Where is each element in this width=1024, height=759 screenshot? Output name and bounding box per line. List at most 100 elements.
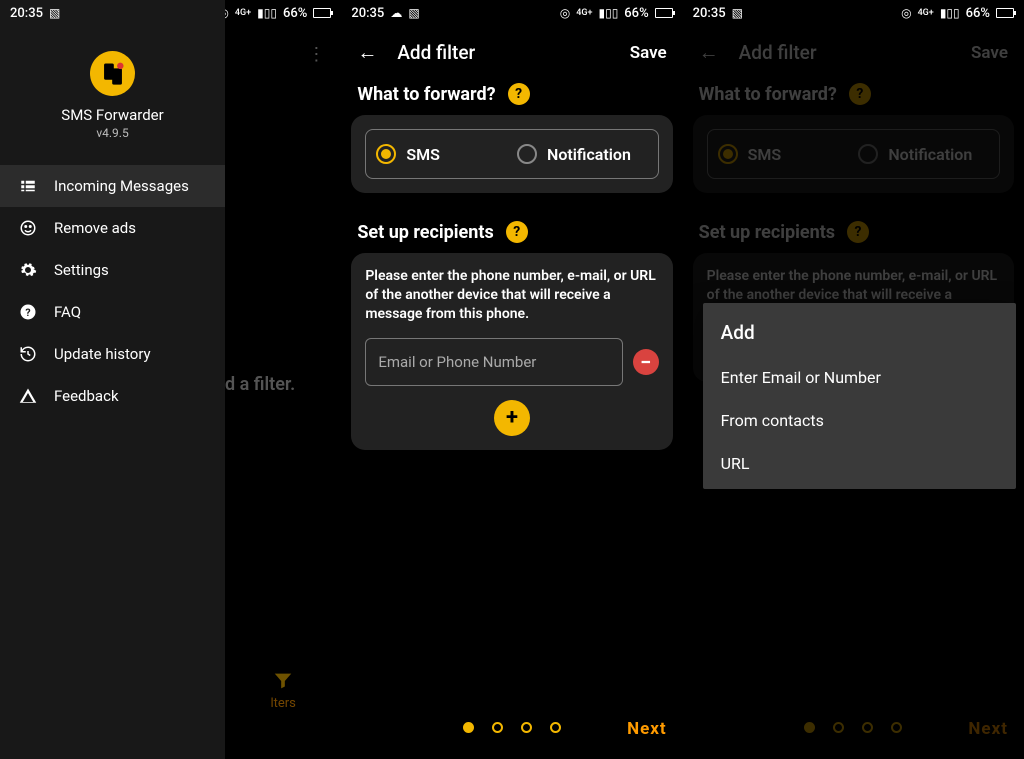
list-icon (18, 177, 38, 195)
popup-item-url[interactable]: URL (703, 442, 1016, 485)
pager-dot-1[interactable] (463, 722, 474, 733)
signal-icon: ▮▯▯ (257, 7, 277, 19)
signal-icon: ▮▯▯ (940, 7, 960, 19)
save-button[interactable]: Save (971, 43, 1008, 63)
radio-icon (376, 144, 396, 164)
battery-icon (996, 8, 1014, 18)
radio-label: Notification (547, 145, 631, 164)
recipients-heading: Set up recipients (699, 222, 835, 243)
forward-type-radio-group: SMS Notification (365, 129, 658, 179)
recipient-input-placeholder: Email or Phone Number (378, 353, 536, 371)
add-recipient-popup: Add Enter Email or Number From contacts … (703, 303, 1016, 489)
pager-dot-4[interactable] (550, 722, 561, 733)
save-button[interactable]: Save (630, 43, 667, 63)
smile-icon (18, 219, 38, 237)
recipients-heading: Set up recipients (357, 222, 493, 243)
drawer-item-remove-ads[interactable]: Remove ads (0, 207, 225, 249)
what-to-forward-heading: What to forward? (699, 84, 837, 105)
drawer-item-label: Incoming Messages (54, 177, 189, 195)
radio-option-notification[interactable]: Notification (507, 144, 648, 164)
drawer-item-label: Update history (54, 345, 151, 363)
hotspot-icon: ◎ (901, 7, 911, 19)
drawer-header: SMS Forwarder v4.9.5 (0, 26, 225, 155)
network-type-label: 4G+ (235, 9, 251, 18)
battery-percent: 66% (624, 6, 648, 21)
pager-dot-2[interactable] (833, 722, 844, 733)
status-time: 20:35 (10, 6, 43, 21)
remove-recipient-button[interactable]: − (633, 349, 659, 375)
pager-dot-4[interactable] (891, 722, 902, 733)
screen-title: Add filter (739, 41, 817, 64)
radio-option-sms[interactable]: SMS (718, 144, 849, 164)
popup-item-enter-email-or-number[interactable]: Enter Email or Number (703, 356, 1016, 399)
back-icon[interactable]: ← (699, 40, 719, 65)
drawer-item-update-history[interactable]: Update history (0, 333, 225, 375)
forward-type-card: SMS Notification (351, 115, 672, 193)
battery-percent: 66% (283, 6, 307, 21)
drawer-item-incoming-messages[interactable]: Incoming Messages (0, 165, 225, 207)
signal-icon: ▮▯▯ (598, 7, 618, 19)
status-bar: 20:35 ▧ ◎ 4G+ ▮▯▯ 66% (683, 0, 1024, 26)
help-icon[interactable]: ? (506, 221, 528, 243)
battery-icon (655, 8, 673, 18)
popup-item-from-contacts[interactable]: From contacts (703, 399, 1016, 442)
picture-icon: ▧ (732, 7, 743, 19)
add-recipient-button[interactable]: + (494, 400, 530, 436)
next-button[interactable]: Next (968, 719, 1008, 739)
svg-text:?: ? (25, 306, 30, 319)
battery-percent: 66% (966, 6, 990, 21)
app-version: v4.9.5 (0, 126, 225, 140)
add-filter-screen: ← Add filter Save What to forward? ? SMS… (341, 26, 682, 759)
drawer-item-label: Remove ads (54, 219, 136, 237)
radio-icon (517, 144, 537, 164)
picture-icon: ▧ (408, 7, 419, 19)
status-bar-overlay: 20:35 ▧ (0, 0, 225, 26)
app-logo-icon (90, 51, 135, 96)
navigation-drawer: 20:35 ▧ SMS Forwarder v4.9.5 Incoming Me… (0, 0, 225, 759)
app-name: SMS Forwarder (0, 106, 225, 124)
radio-icon (858, 144, 878, 164)
radio-option-notification[interactable]: Notification (848, 144, 989, 164)
pager-dot-3[interactable] (862, 722, 873, 733)
drawer-item-settings[interactable]: Settings (0, 249, 225, 291)
history-icon (18, 345, 38, 363)
back-icon[interactable]: ← (357, 40, 377, 65)
phone-screen-add-filter: 20:35 ☁ ▧ ◎ 4G+ ▮▯▯ 66% ← Add filter Sav… (341, 0, 682, 759)
gear-icon (18, 261, 38, 279)
help-icon[interactable]: ? (508, 83, 530, 105)
recipient-input[interactable]: Email or Phone Number (365, 338, 622, 386)
what-to-forward-heading: What to forward? (357, 84, 495, 105)
toolbar: ← Add filter Save (341, 26, 682, 79)
phone-screen-add-popup: 20:35 ▧ ◎ 4G+ ▮▯▯ 66% ← Add filter Save … (683, 0, 1024, 759)
pager-dot-2[interactable] (492, 722, 503, 733)
screen-title: Add filter (397, 41, 475, 64)
status-bar: 20:35 ☁ ▧ ◎ 4G+ ▮▯▯ 66% (341, 0, 682, 26)
battery-icon (313, 8, 331, 18)
drawer-item-feedback[interactable]: Feedback (0, 375, 225, 417)
radio-option-sms[interactable]: SMS (376, 144, 507, 164)
drawer-item-label: FAQ (54, 303, 81, 321)
recipients-description: Please enter the phone number, e-mail, o… (365, 267, 658, 324)
pager-dot-3[interactable] (521, 722, 532, 733)
drawer-item-faq[interactable]: ? FAQ (0, 291, 225, 333)
popup-title: Add (703, 311, 1016, 356)
drawer-item-label: Feedback (54, 387, 119, 405)
help-icon[interactable]: ? (847, 221, 869, 243)
drawer-scrim[interactable] (225, 26, 341, 759)
hotspot-icon: ◎ (560, 7, 570, 19)
pager-dot-1[interactable] (804, 722, 815, 733)
status-time: 20:35 (351, 6, 384, 21)
warning-icon (18, 387, 38, 405)
network-type-label: 4G+ (918, 9, 934, 18)
next-button[interactable]: Next (627, 719, 667, 739)
radio-label: SMS (748, 145, 782, 164)
network-type-label: 4G+ (576, 9, 592, 18)
help-icon: ? (18, 303, 38, 321)
help-icon[interactable]: ? (849, 83, 871, 105)
radio-label: SMS (406, 145, 440, 164)
cloud-icon: ☁ (390, 7, 402, 19)
recipients-card: Please enter the phone number, e-mail, o… (351, 253, 672, 450)
phone-screen-drawer: 20:35 ▧ ◎ 4G+ ▮▯▯ 66% ⋮ d a filter. lter… (0, 0, 341, 759)
radio-label: Notification (888, 145, 972, 164)
radio-icon (718, 144, 738, 164)
